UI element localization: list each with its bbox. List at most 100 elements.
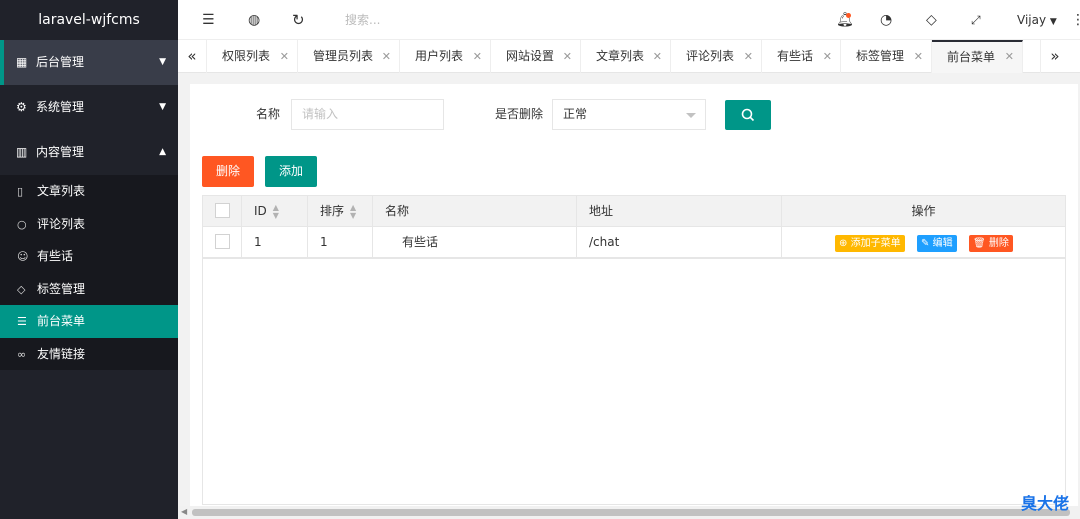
comment-icon: ○ — [17, 217, 27, 231]
app-logo[interactable]: laravel-wjfcms — [0, 0, 178, 40]
add-child-menu-button[interactable]: ⊕ 添加子菜单 — [835, 235, 905, 252]
menu-table: ID ▲ ▼ 排序 ▲ ▼ 名称 地址 操作 1 1 有些话 /chat ⊕ 添加子菜单… — [202, 195, 1066, 259]
tabs-next-icon[interactable]: » — [1040, 40, 1069, 73]
plus-circle-icon: ⊕ — [839, 238, 848, 249]
column-header-url: 地址 — [577, 196, 782, 227]
close-icon[interactable]: ✕ — [280, 40, 289, 73]
content-card: 名称 请输入 是否删除 正常 删除 添加 ID ▲ ▼ 排序 ▲ ▼ 名称 地址 操作 … — [190, 84, 1078, 519]
sidebar-item-links[interactable]: ∞ 友情链接 — [0, 338, 178, 371]
tab-admins[interactable]: 管理员列表 ✕ — [298, 40, 400, 73]
tab-label: 文章列表 — [596, 49, 645, 63]
tab-label: 评论列表 — [686, 49, 735, 63]
close-icon[interactable]: ✕ — [653, 40, 662, 73]
button-label: 删除 — [988, 238, 1009, 249]
smile-icon: ☺ — [17, 250, 29, 263]
name-filter-input[interactable]: 请输入 — [291, 99, 444, 130]
tab-label: 网站设置 — [506, 49, 555, 63]
globe-icon[interactable]: ◍ — [248, 0, 260, 40]
close-icon[interactable]: ✕ — [382, 40, 391, 73]
tab-label: 有些话 — [777, 49, 814, 63]
tab-label: 权限列表 — [222, 49, 271, 63]
scrollbar-thumb[interactable] — [192, 509, 1070, 516]
column-header-id[interactable]: ID ▲ ▼ — [242, 196, 308, 227]
watermark: 臭大佬 — [1021, 494, 1070, 513]
sidebar-item-label: 评论列表 — [37, 216, 86, 231]
scroll-left-icon[interactable]: ◀ — [181, 507, 187, 516]
delete-button[interactable]: 删除 — [202, 156, 254, 187]
tab-front-menu[interactable]: 前台菜单 ✕ — [932, 40, 1023, 73]
deleted-filter-label: 是否删除 — [495, 107, 544, 121]
sidebar-item-words[interactable]: ☺ 有些话 — [0, 240, 178, 273]
tag-icon[interactable]: ◇ — [926, 0, 937, 40]
add-button[interactable]: 添加 — [265, 156, 317, 187]
column-header-sort[interactable]: 排序 ▲ ▼ — [308, 196, 373, 227]
sidebar-item-comments[interactable]: ○ 评论列表 — [0, 208, 178, 241]
column-header-actions: 操作 — [911, 204, 936, 218]
more-icon[interactable]: ⋮ — [1071, 0, 1080, 40]
sidebar-item-label: 标签管理 — [37, 281, 86, 296]
tabs-prev-icon[interactable]: « — [178, 40, 207, 73]
bell-icon[interactable]: 🔔︎ — [836, 0, 854, 40]
tab-users[interactable]: 用户列表 ✕ — [400, 40, 491, 73]
fullscreen-icon[interactable]: ⤢ — [971, 0, 981, 40]
close-icon[interactable]: ✕ — [914, 40, 923, 73]
nav-group-backend[interactable]: ▦ 后台管理 ▼ — [0, 40, 178, 85]
close-icon[interactable]: ✕ — [473, 40, 482, 73]
cell-id: 1 — [242, 227, 308, 258]
sidebar-item-label: 前台菜单 — [37, 314, 86, 328]
tab-comments[interactable]: 评论列表 ✕ — [671, 40, 762, 73]
horizontal-scrollbar[interactable]: ◀ — [178, 506, 1080, 519]
sidebar: laravel-wjfcms ▦ 后台管理 ▼ ⚙ 系统管理 ▼ ▥ 内容管理 ▲ ▯… — [0, 0, 178, 519]
tab-tags[interactable]: 标签管理 ✕ — [841, 40, 932, 73]
edit-button[interactable]: ✎ 编辑 — [917, 235, 957, 252]
caret-down-icon: ▼ — [159, 102, 166, 112]
header-search-input[interactable]: 搜索... — [345, 0, 380, 40]
column-header-name: 名称 — [373, 196, 577, 227]
column-label: ID — [254, 204, 267, 218]
table-row: 1 1 有些话 /chat ⊕ 添加子菜单 ✎ 编辑 🗑︎ 删除 — [203, 227, 1065, 258]
cell-url: /chat — [577, 227, 782, 258]
row-checkbox[interactable] — [215, 234, 230, 249]
close-icon[interactable]: ✕ — [563, 40, 572, 73]
books-icon: ▥ — [16, 145, 28, 159]
pencil-icon: ✎ — [921, 238, 930, 249]
close-icon[interactable]: ✕ — [823, 40, 832, 73]
user-menu[interactable]: Vijay ▼ — [1017, 0, 1057, 40]
sort-icon[interactable]: ▲ ▼ — [273, 203, 279, 220]
tab-words[interactable]: 有些话 ✕ — [762, 40, 841, 73]
tab-label: 标签管理 — [856, 49, 905, 63]
gear-icon: ⚙ — [16, 100, 27, 114]
sidebar-item-tags[interactable]: ◇ 标签管理 — [0, 273, 178, 306]
search-button[interactable] — [725, 100, 771, 130]
sidebar-item-articles[interactable]: ▯ 文章列表 — [0, 175, 178, 208]
tab-permissions[interactable]: 权限列表 ✕ — [207, 40, 298, 73]
cell-actions: ⊕ 添加子菜单 ✎ 编辑 🗑︎ 删除 — [782, 227, 1065, 258]
row-checkbox-cell — [203, 227, 242, 258]
row-delete-button[interactable]: 🗑︎ 删除 — [969, 235, 1013, 252]
palette-icon[interactable]: ◔ — [880, 0, 892, 40]
nav-group-content[interactable]: ▥ 内容管理 ▲ — [0, 130, 178, 175]
nav-group-label: 系统管理 — [36, 100, 85, 114]
tab-articles[interactable]: 文章列表 ✕ — [581, 40, 671, 73]
sidebar-item-label: 友情链接 — [37, 346, 86, 361]
refresh-icon[interactable]: ↻ — [292, 0, 305, 40]
close-icon[interactable]: ✕ — [1005, 42, 1014, 72]
notification-dot — [846, 13, 851, 18]
close-icon[interactable]: ✕ — [744, 40, 753, 73]
caret-down-icon: ▼ — [159, 57, 166, 67]
deleted-filter-select[interactable]: 正常 — [552, 99, 706, 130]
document-icon: ▯ — [17, 185, 24, 198]
sidebar-item-label: 有些话 — [37, 249, 74, 263]
nav-group-system[interactable]: ⚙ 系统管理 ▼ — [0, 85, 178, 130]
select-all-checkbox[interactable] — [215, 203, 230, 218]
nav-group-label: 后台管理 — [36, 55, 85, 69]
sort-icon[interactable]: ▲ ▼ — [350, 203, 356, 220]
user-name: Vijay — [1017, 13, 1047, 27]
top-header: ☰ ◍ ↻ 搜索... 🔔︎ ◔ ◇ ⤢ Vijay ▼ ⋮ — [178, 0, 1080, 40]
content-subnav: ▯ 文章列表 ○ 评论列表 ☺ 有些话 ◇ 标签管理 ☰ 前台菜单 ∞ 友情链接 — [0, 175, 178, 370]
sidebar-toggle-icon[interactable]: ☰ — [202, 0, 215, 40]
sidebar-item-label: 文章列表 — [37, 184, 86, 198]
menu-icon: ☰ — [17, 315, 27, 328]
sidebar-item-front-menu[interactable]: ☰ 前台菜单 — [0, 305, 178, 338]
tab-site-settings[interactable]: 网站设置 ✕ — [491, 40, 581, 73]
